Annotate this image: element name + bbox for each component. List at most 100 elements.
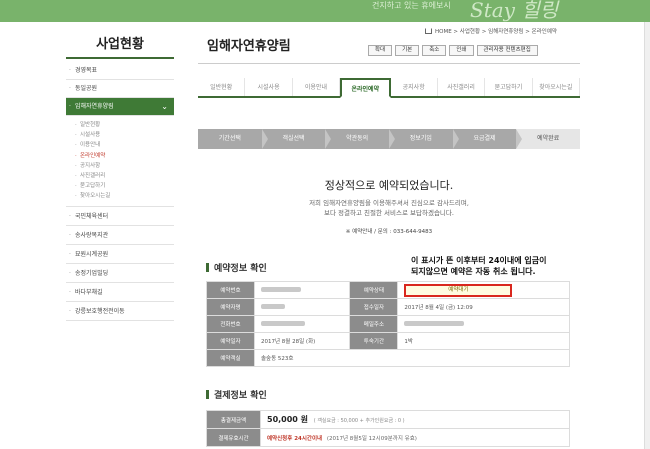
- total-amount-cell: 50,000 원 ( 객실요금 : 50,000 + 추가인원요금 : 0 ): [260, 410, 570, 429]
- table-header-cell: 전화번호: [206, 315, 255, 333]
- breadcrumb-text: HOME > 사업현황 > 임해자연휴양림 > 온라인예약: [435, 29, 557, 35]
- sidebar-item-label: 묘원시계공원: [75, 250, 109, 258]
- tab-facilities[interactable]: 시설사용: [245, 78, 293, 96]
- notice-line: 이 표시가 뜬 이후부터 24이내에 입금이: [411, 256, 547, 265]
- redacted-value: [261, 303, 285, 309]
- received-date-value: 2017년 8월 4일 (금) 12:09: [397, 298, 570, 316]
- thanks-line: 저희 임해자연휴양림을 이용해주셔서 진심으로 감사드리며,: [309, 199, 469, 207]
- table-row: 총결제금액 50,000 원 ( 객실요금 : 50,000 + 추가인원요금 …: [206, 410, 570, 429]
- step-room: 객실선택: [262, 129, 331, 149]
- page-title: 임해자연휴양림: [207, 39, 291, 54]
- stay-logo: Stay 힐링: [470, 0, 559, 22]
- total-amount: 50,000 원: [267, 415, 309, 424]
- submenu-item-qna[interactable]: 묻고답하기: [75, 181, 174, 191]
- payment-due: 예약신청후 24시간이내: [267, 435, 323, 442]
- sidebar-item-memorial-park[interactable]: 묘원시계공원: [66, 245, 174, 264]
- reservation-date-value: 2017년 8월 28일 (화): [253, 332, 351, 350]
- submenu-item-guide[interactable]: 이용안내: [75, 140, 174, 150]
- payment-deadline-notice: 이 표시가 뜬 이후부터 24이내에 입금이 되지않으면 예약은 자동 취소 됩…: [411, 255, 546, 277]
- tab-notice[interactable]: 공지사항: [391, 78, 438, 96]
- submenu-item-directions[interactable]: 찾아오시는길: [75, 191, 174, 201]
- top-banner: 건지하고 있는 휴에보시 Stay 힐링: [0, 0, 650, 22]
- submenu-item-overview[interactable]: 일반현황: [75, 120, 174, 130]
- tab-online-reservation[interactable]: 온라인예약: [340, 78, 391, 98]
- table-header-cell: 예약일자: [206, 332, 255, 350]
- print-button[interactable]: 인쇄: [449, 45, 474, 56]
- admin-edit-button[interactable]: 관리자용 컨텐츠편집: [476, 45, 538, 56]
- zoom-out-button[interactable]: 축소: [422, 45, 447, 56]
- step-complete: 예약완료: [516, 129, 581, 149]
- table-row: 예약번호 예약상태 예약대기: [206, 281, 570, 299]
- stay-period-value: 1박: [397, 332, 570, 350]
- sidebar-item-label: 임해자연휴양림: [75, 103, 114, 110]
- slogan-text: 건지하고 있는 휴에보시: [372, 1, 451, 10]
- reservation-info-table: 예약번호 예약상태 예약대기 예약자명 접수일자 2017년 8월 4일 (금)…: [206, 281, 570, 367]
- table-header-cell: 투숙기간: [349, 332, 399, 350]
- sidebar-item-label: 송정기업빌딩: [75, 269, 109, 277]
- table-header-cell: 예약객실: [206, 349, 255, 367]
- table-row: 예약자명 접수일자 2017년 8월 4일 (금) 12:09: [206, 298, 570, 316]
- table-header-cell: 접수일자: [349, 298, 399, 316]
- sidebar-item-sea-trail[interactable]: 바다부채길: [66, 283, 174, 302]
- sidebar-item-label: 동일공원: [75, 85, 98, 92]
- table-header-cell: 결제유효시간: [206, 428, 261, 447]
- tab-overview[interactable]: 일반현황: [198, 78, 246, 96]
- tab-guide[interactable]: 이용안내: [293, 78, 341, 96]
- email-value: [397, 315, 570, 333]
- table-header-cell: 예약상태: [349, 281, 399, 299]
- utility-toolbar: 확대 기본 축소 인쇄 관리자용 컨텐츠편집: [368, 45, 538, 56]
- reservation-number-value: [253, 281, 351, 299]
- table-header-cell: 메일주소: [349, 315, 399, 333]
- submenu-item-online-reservation[interactable]: 온라인예약: [75, 151, 174, 161]
- breadcrumb[interactable]: HOME > 사업현황 > 임해자연휴양림 > 온라인예약: [425, 27, 557, 35]
- sidebar-divider: [66, 57, 174, 59]
- step-payment: 요금결제: [453, 129, 523, 149]
- tab-directions[interactable]: 찾아오시는길: [533, 78, 580, 96]
- sidebar-item-business-building[interactable]: 송정기업빌딩: [66, 264, 174, 283]
- sidebar-item-label: 국민체육센터: [75, 212, 109, 220]
- table-header-cell: 총결제금액: [206, 410, 261, 429]
- zoom-in-button[interactable]: 확대: [368, 45, 393, 56]
- submenu-item-gallery[interactable]: 사진갤러리: [75, 171, 174, 181]
- sidebar-item-label: 송사랑복지관: [75, 231, 109, 239]
- sidebar-submenu: 일반현황 시설사용 이용안내 온라인예약 공지사항 사진갤러리 묻고답하기 찾아…: [66, 116, 174, 207]
- amount-breakdown: ( 객실요금 : 50,000 + 추가인원요금 : 0 ): [313, 418, 405, 424]
- tab-gallery[interactable]: 사진갤러리: [438, 78, 486, 96]
- table-row: 전화번호 메일주소: [206, 315, 570, 333]
- completion-headline: 정상적으로 예약되었습니다.: [324, 179, 454, 192]
- step-terms: 약관동의: [325, 129, 395, 149]
- payment-info-table: 총결제금액 50,000 원 ( 객실요금 : 50,000 + 추가인원요금 …: [206, 410, 570, 447]
- thanks-line: 보다 정결하고 친절한 서비스로 보답하겠습니다.: [324, 209, 454, 217]
- notice-line: 되지않으면 예약은 자동 취소 됩니다.: [411, 267, 536, 276]
- submenu-item-facilities[interactable]: 시설사용: [75, 130, 174, 140]
- table-header-cell: 예약자명: [206, 298, 255, 316]
- sidebar-menu: 경영목표 동일공원 임해자연휴양림 ⌄ 일반현황 시설사용 이용안내 온라인예약…: [66, 62, 174, 321]
- payment-due-note: (2017년 8월5일 12시09분까지 유효): [326, 435, 417, 442]
- table-row: 예약일자 2017년 8월 28일 (화) 투숙기간 1박: [206, 332, 570, 350]
- redacted-value: [261, 320, 305, 326]
- sidebar-item-park[interactable]: 동일공원: [66, 80, 174, 98]
- tab-qna[interactable]: 묻고답하기: [485, 78, 533, 96]
- sidebar-item-protection-center[interactable]: 강릉보호행전전이동: [66, 302, 174, 321]
- reservation-steps: 기간선택 객실선택 약관동의 정보기입 요금결제 예약완료: [198, 129, 581, 149]
- table-row: 예약객실 솔숲동 523호: [206, 349, 570, 367]
- zoom-reset-button[interactable]: 기본: [395, 45, 420, 56]
- home-icon: [425, 28, 432, 34]
- redacted-value: [261, 286, 301, 292]
- sidebar-item-label: 경영목표: [75, 67, 98, 74]
- sidebar-item-recreation-forest[interactable]: 임해자연휴양림 ⌄: [66, 98, 174, 116]
- table-row: 결제유효시간 예약신청후 24시간이내 (2017년 8월5일 12시09분까지…: [206, 428, 570, 447]
- submenu-item-notice[interactable]: 공지사항: [75, 161, 174, 171]
- page-scrollbar[interactable]: [644, 22, 650, 449]
- reservation-status-cell: 예약대기: [397, 281, 570, 299]
- status-badge: 예약대기: [404, 283, 513, 297]
- reserver-name-value: [253, 298, 351, 316]
- reservation-section-title: 예약정보 확인: [206, 261, 267, 274]
- step-period: 기간선택: [198, 129, 268, 149]
- sidebar-item-welfare-center[interactable]: 송사랑복지관: [66, 226, 174, 245]
- content-tabs: 일반현황 시설사용 이용안내 온라인예약 공지사항 사진갤러리 묻고답하기 찾아…: [198, 78, 580, 98]
- sidebar-title: 사업현황: [96, 37, 144, 52]
- sidebar-item-sports-center[interactable]: 국민체육센터: [66, 207, 174, 226]
- sidebar-item-management-goal[interactable]: 경영목표: [66, 62, 174, 80]
- payment-due-cell: 예약신청후 24시간이내 (2017년 8월5일 12시09분까지 유효): [260, 428, 570, 447]
